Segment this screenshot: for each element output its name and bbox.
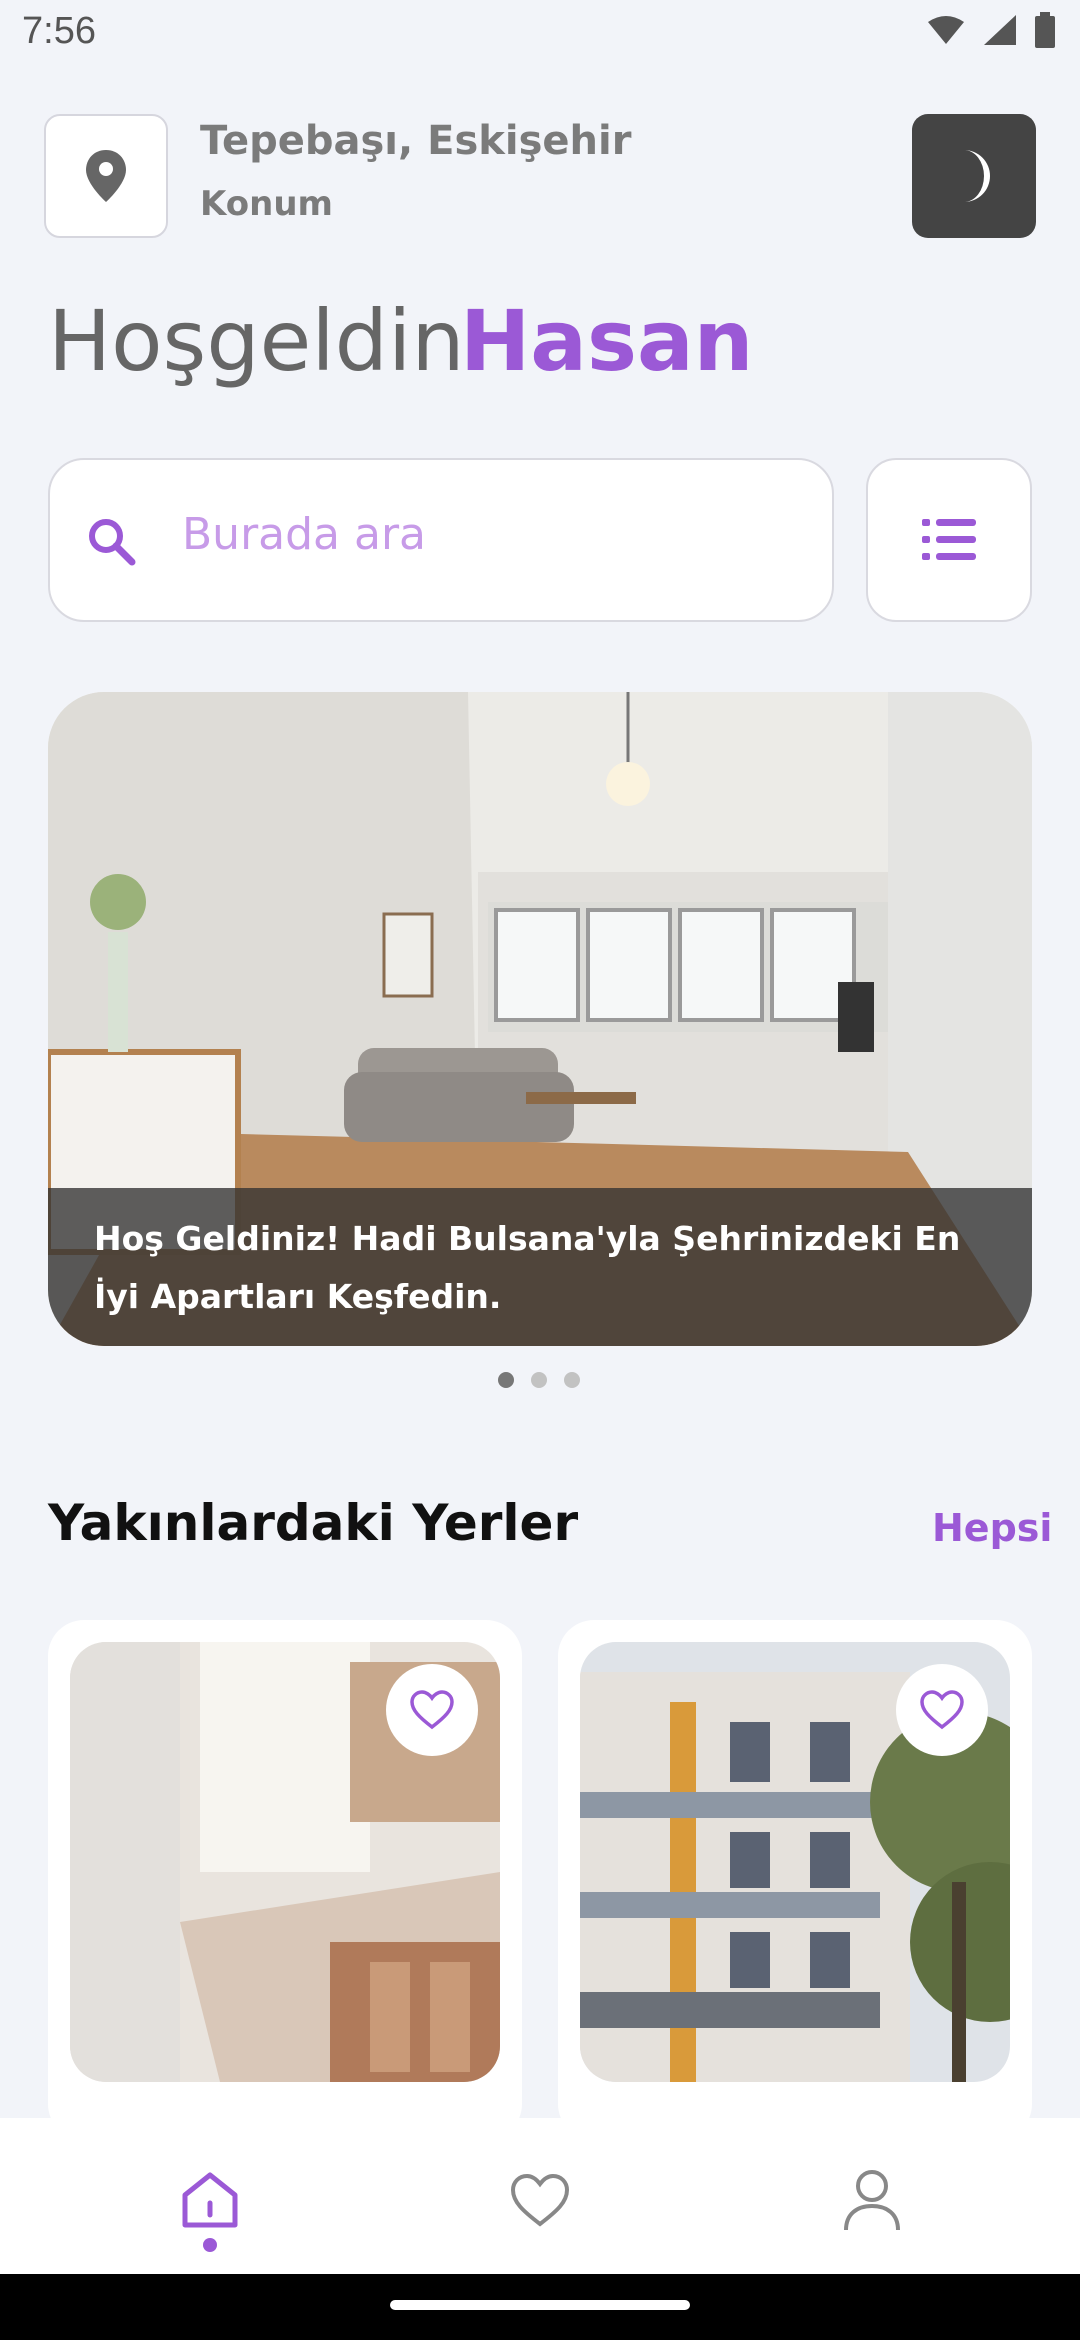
location-pin-icon	[86, 150, 126, 202]
carousel-dot-1[interactable]	[498, 1372, 514, 1388]
bottom-navigation	[0, 2118, 1080, 2274]
greeting-text: Hoşgeldin	[48, 292, 465, 390]
place-card-2[interactable]	[558, 1620, 1032, 2140]
greeting-name: Hasan	[460, 292, 754, 390]
nearby-section-title: Yakınlardaki Yerler	[48, 1494, 579, 1552]
wifi-icon	[928, 16, 964, 44]
heart-icon	[410, 1690, 454, 1730]
heart-icon	[920, 1690, 964, 1730]
banner-caption: Hoş Geldiniz! Hadi Bulsana'yla Şehrinizd…	[48, 1188, 1032, 1346]
search-input[interactable]	[180, 498, 804, 570]
heart-icon	[510, 2173, 570, 2227]
filter-list-button[interactable]	[866, 458, 1032, 622]
moon-icon	[964, 150, 990, 202]
carousel-dot-2[interactable]	[531, 1372, 547, 1388]
status-time: 7:56	[22, 10, 96, 52]
nav-active-indicator	[203, 2238, 217, 2252]
theme-toggle-button[interactable]	[912, 114, 1036, 238]
location-button[interactable]	[44, 114, 168, 238]
see-all-link[interactable]: Hepsi	[932, 1506, 1052, 1550]
nav-favorites[interactable]	[500, 2160, 580, 2240]
gesture-handle[interactable]	[390, 2300, 690, 2310]
favorite-button-1[interactable]	[386, 1664, 478, 1756]
nav-profile[interactable]	[832, 2160, 912, 2240]
carousel-indicator	[498, 1372, 580, 1388]
home-icon	[182, 2172, 238, 2228]
promo-banner[interactable]: Hoş Geldiniz! Hadi Bulsana'yla Şehrinizd…	[48, 692, 1032, 1346]
search-icon	[89, 519, 136, 566]
location-city: Tepebaşı, Eskişehir	[200, 118, 632, 164]
favorite-button-2[interactable]	[896, 1664, 988, 1756]
status-icons	[926, 12, 1056, 48]
location-label: Konum	[200, 184, 333, 224]
user-icon	[844, 2170, 900, 2231]
signal-icon	[984, 15, 1016, 45]
nav-home[interactable]	[170, 2160, 250, 2240]
carousel-dot-3[interactable]	[564, 1372, 580, 1388]
place-card-1[interactable]	[48, 1620, 522, 2140]
list-icon	[922, 519, 976, 560]
battery-icon	[1035, 12, 1055, 48]
